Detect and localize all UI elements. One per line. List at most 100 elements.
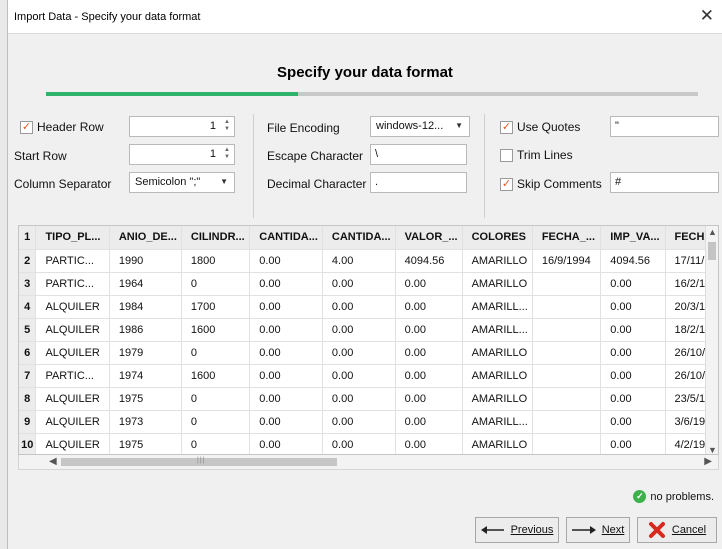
decimal-character-label: Decimal Character (267, 177, 367, 191)
vertical-scroll-thumb[interactable] (708, 242, 716, 260)
table-cell: 0.00 (249, 272, 323, 296)
table-cell: 0 (181, 387, 251, 411)
table-cell: 0.00 (249, 318, 323, 342)
arrow-left-icon (480, 526, 504, 534)
data-preview-table[interactable]: 1 TIPO_PL... ANIO_DE... CILINDR... CANTIDA..… (18, 225, 719, 455)
table-cell: 0.00 (395, 318, 463, 342)
column-header[interactable]: IMP_VA... (600, 226, 666, 250)
header-row-option[interactable]: ✓ Header Row (20, 120, 104, 134)
trim-lines-checkbox[interactable] (500, 148, 513, 162)
column-header[interactable]: CANTIDA... (249, 226, 323, 250)
table-cell: 0.00 (249, 433, 323, 454)
quote-character-input[interactable]: " (610, 116, 719, 137)
table-row[interactable]: 5 ALQUILER 1986 1600 0.00 0.00 0.00 AMARILL... 0… (19, 318, 718, 342)
row-number-cell: 5 (19, 318, 37, 342)
table-cell: 0.00 (322, 387, 396, 411)
table-cell: 0.00 (322, 341, 396, 365)
table-cell: 0.00 (322, 318, 396, 342)
stepper-arrows-icon[interactable]: ▲ ▼ (222, 147, 232, 162)
red-x-icon (648, 522, 665, 538)
table-cell: 0.00 (395, 387, 463, 411)
table-cell: 0.00 (322, 364, 396, 388)
use-quotes-checkbox[interactable]: ✓ (500, 120, 513, 134)
table-cell: 1600 (181, 318, 251, 342)
next-button[interactable]: Next (566, 517, 630, 543)
column-header[interactable]: CILINDR... (181, 226, 251, 250)
file-encoding-select[interactable]: windows-12... ▼ (370, 116, 470, 137)
column-header[interactable]: CANTIDA... (322, 226, 396, 250)
skip-comments-option[interactable]: ✓ Skip Comments (500, 177, 602, 191)
table-row[interactable]: 10 ALQUILER 1975 0 0.00 0.00 0.00 AMARILLO 0.00 4… (19, 433, 718, 454)
table-cell: 1975 (109, 433, 182, 454)
table-cell: 0.00 (322, 295, 396, 319)
column-header[interactable]: TIPO_PL... (35, 226, 110, 250)
skip-comments-checkbox[interactable]: ✓ (500, 177, 513, 191)
table-row[interactable]: 2 PARTIC... 1990 1800 0.00 4.00 4094.56 AMARILL… (19, 249, 718, 273)
table-cell: 16/9/1994 (532, 249, 602, 273)
escape-character-input[interactable]: \ (370, 144, 467, 165)
row-number-cell: 6 (19, 341, 37, 365)
table-cell: 0.00 (395, 272, 463, 296)
column-header[interactable]: COLORES (462, 226, 533, 250)
row-number-cell: 8 (19, 387, 37, 411)
table-cell: 0 (181, 410, 251, 434)
preview-grid: 1 TIPO_PL... ANIO_DE... CILINDR... CANTIDA..… (19, 226, 718, 454)
table-row[interactable]: 3 PARTIC... 1964 0 0.00 0.00 0.00 AMARILLO 0.00 1… (19, 272, 718, 296)
decimal-character-input[interactable]: . (370, 172, 467, 193)
scroll-down-icon[interactable]: ▼ (708, 445, 717, 454)
scroll-up-icon[interactable]: ▲ (708, 227, 717, 237)
table-cell: ALQUILER (35, 410, 110, 434)
table-cell: 0.00 (249, 364, 323, 388)
table-cell: 1974 (109, 364, 182, 388)
use-quotes-option[interactable]: ✓ Use Quotes (500, 120, 580, 134)
skip-comments-label: Skip Comments (517, 177, 602, 191)
table-row[interactable]: 4 ALQUILER 1984 1700 0.00 0.00 0.00 AMARILL... 0… (19, 295, 718, 319)
cancel-button[interactable]: Cancel (637, 517, 717, 543)
table-cell: 0.00 (395, 433, 463, 454)
table-cell: ALQUILER (35, 387, 110, 411)
header-row-checkbox[interactable]: ✓ (20, 120, 33, 134)
table-cell (532, 341, 602, 365)
row-number-cell: 2 (19, 249, 37, 273)
table-row[interactable]: 7 PARTIC... 1974 1600 0.00 0.00 0.00 AMARILLO 0.… (19, 364, 718, 388)
column-separator-select[interactable]: Semicolon ";" ▼ (129, 172, 235, 193)
stepper-arrows-icon[interactable]: ▲ ▼ (222, 119, 232, 134)
table-cell: 1700 (181, 295, 251, 319)
table-row[interactable]: 9 ALQUILER 1973 0 0.00 0.00 0.00 AMARILL... 0.00… (19, 410, 718, 434)
table-cell: 0.00 (600, 433, 666, 454)
table-cell (532, 410, 602, 434)
table-cell: 1800 (181, 249, 251, 273)
row-number-header[interactable]: 1 (19, 226, 37, 250)
status-text: no problems. (650, 490, 714, 503)
window-title: Import Data - Specify your data format (14, 11, 201, 23)
table-row[interactable]: 6 ALQUILER 1979 0 0.00 0.00 0.00 AMARILLO 0.00 26… (19, 341, 718, 365)
comment-character-input[interactable]: # (610, 172, 719, 193)
table-cell (532, 272, 602, 296)
previous-button[interactable]: Previous (475, 517, 559, 543)
column-header[interactable]: ANIO_DE... (109, 226, 182, 250)
close-icon[interactable]: ✕ (700, 6, 714, 26)
scroll-right-icon[interactable]: ▶ (704, 456, 712, 467)
header-row-stepper[interactable]: 1 ▲ ▼ (129, 116, 235, 137)
table-cell (532, 364, 602, 388)
start-row-stepper[interactable]: 1 ▲ ▼ (129, 144, 235, 165)
table-row[interactable]: 8 ALQUILER 1975 0 0.00 0.00 0.00 AMARILLO 0.00 23… (19, 387, 718, 411)
column-header[interactable]: VALOR_... (395, 226, 463, 250)
vertical-scrollbar[interactable]: ▲ ▼ (705, 226, 718, 454)
table-cell: ALQUILER (35, 433, 110, 454)
start-row-label: Start Row (14, 149, 67, 163)
table-cell: PARTIC... (35, 272, 110, 296)
horizontal-scrollbar[interactable]: ◀ ||| ▶ (18, 455, 719, 470)
arrow-right-icon (571, 526, 596, 534)
table-cell: 0.00 (600, 341, 666, 365)
table-cell: 0.00 (249, 295, 323, 319)
table-cell: 0.00 (600, 387, 666, 411)
trim-lines-option[interactable]: Trim Lines (500, 148, 573, 162)
table-cell: 0.00 (395, 295, 463, 319)
column-header[interactable]: FECHA_... (532, 226, 602, 250)
file-encoding-label: File Encoding (267, 121, 340, 135)
start-row-value: 1 (209, 148, 216, 160)
table-cell (532, 318, 602, 342)
table-cell: 1975 (109, 387, 182, 411)
scroll-left-icon[interactable]: ◀ (49, 456, 57, 467)
